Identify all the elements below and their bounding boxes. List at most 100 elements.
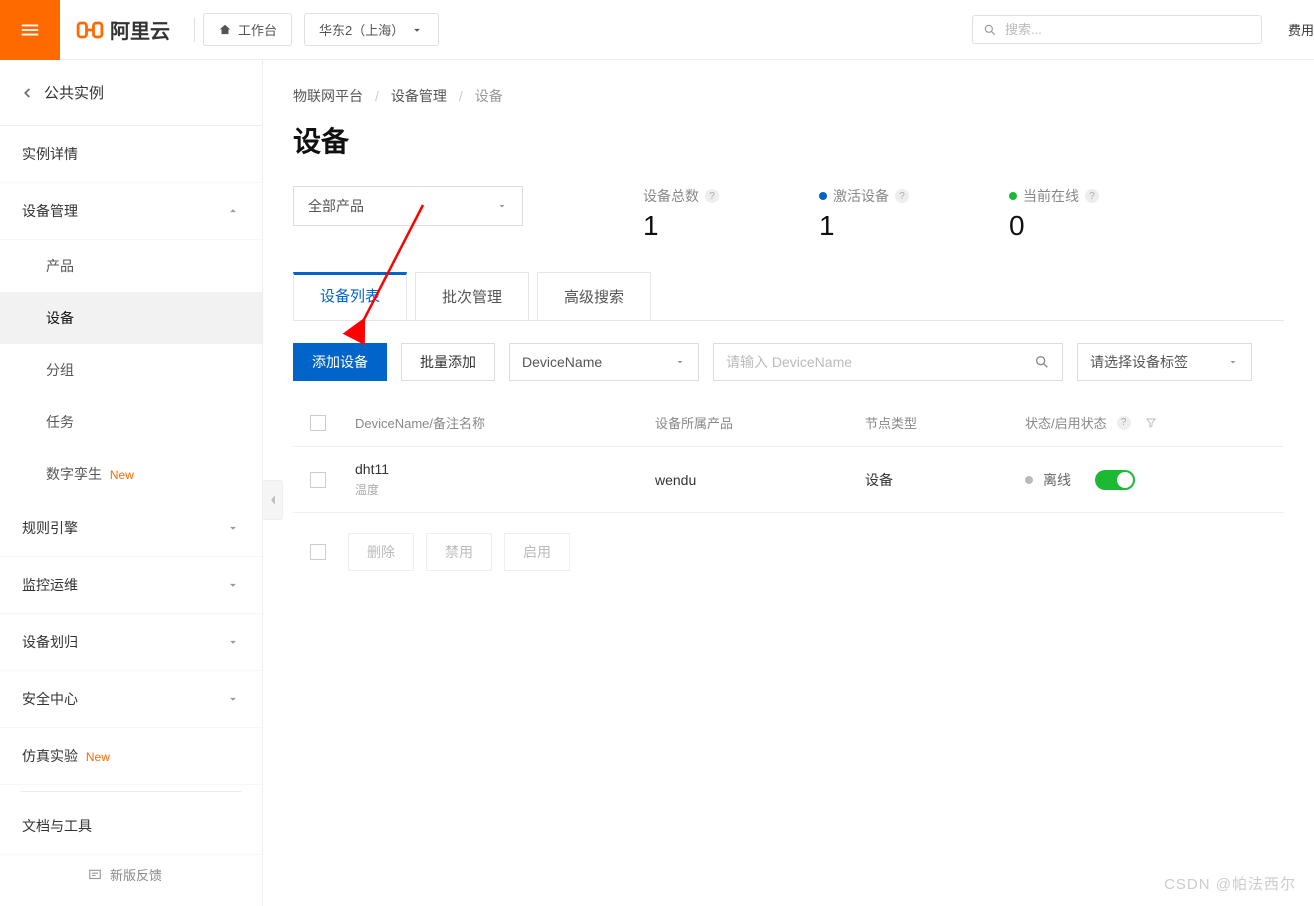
product-select-label: 全部产品 [308, 196, 364, 216]
stat-total-devices: 设备总数 ? 1 [643, 186, 719, 242]
chevron-down-icon [410, 23, 424, 37]
layout: 公共实例 实例详情 设备管理 产品 设备 分组 任务 数字孪生 New 规则引擎… [0, 60, 1314, 906]
sidebar-item-assignment[interactable]: 设备划归 [0, 614, 262, 671]
arrow-left-icon [20, 86, 34, 100]
feedback-label: 新版反馈 [110, 865, 162, 884]
action-row: 添加设备 批量添加 DeviceName 请选择设备标签 [293, 343, 1284, 381]
tab-device-list[interactable]: 设备列表 [293, 272, 407, 320]
sidebar-item-label: 规则引擎 [22, 518, 78, 538]
sidebar-item-device-mgmt[interactable]: 设备管理 [0, 183, 262, 240]
stat-value: 0 [1009, 210, 1099, 242]
bulk-enable-button[interactable]: 启用 [504, 533, 570, 571]
new-badge: New [110, 468, 134, 482]
th-nodetype: 节点类型 [853, 413, 1013, 432]
sidebar-item-instance[interactable]: 实例详情 [0, 126, 262, 183]
feedback-link[interactable]: 新版反馈 [0, 855, 262, 894]
enable-toggle[interactable] [1095, 470, 1135, 490]
sidebar-sub-task[interactable]: 任务 [0, 396, 262, 448]
tag-select[interactable]: 请选择设备标签 [1077, 343, 1252, 381]
hamburger-icon [19, 19, 41, 41]
console-button[interactable]: 工作台 [203, 13, 292, 46]
table-row[interactable]: dht11 温度 wendu 设备 离线 [293, 447, 1284, 513]
sidebar-item-simulation[interactable]: 仿真实验 New [0, 728, 262, 785]
stats-row: 全部产品 设备总数 ? 1 激活设备 ? 1 [293, 186, 1284, 242]
device-name[interactable]: dht11 [355, 461, 631, 477]
stat-label: 激活设备 [833, 186, 889, 206]
chevron-down-icon [226, 635, 240, 649]
select-all-checkbox[interactable] [310, 415, 326, 431]
tabs: 设备列表 批次管理 高级搜索 [293, 272, 1284, 321]
stat-value: 1 [643, 210, 719, 242]
back-button[interactable]: 公共实例 [0, 60, 262, 126]
help-icon[interactable]: ? [1117, 416, 1131, 430]
sidebar: 公共实例 实例详情 设备管理 产品 设备 分组 任务 数字孪生 New 规则引擎… [0, 60, 263, 906]
product-select[interactable]: 全部产品 [293, 186, 523, 226]
batch-add-button[interactable]: 批量添加 [401, 343, 495, 381]
region-label: 华东2（上海） [319, 20, 404, 39]
divider [194, 18, 195, 42]
status-dot-icon [1025, 476, 1033, 484]
bulk-select-checkbox[interactable] [310, 544, 326, 560]
stat-label: 当前在线 [1023, 186, 1079, 206]
stat-value: 1 [819, 210, 909, 242]
device-search-input[interactable] [726, 354, 1034, 370]
feedback-icon [88, 868, 102, 882]
th-name: DeviceName/备注名称 [343, 413, 643, 432]
breadcrumb-item[interactable]: 物联网平台 [293, 86, 363, 106]
sidebar-sub-product[interactable]: 产品 [0, 240, 262, 292]
help-icon[interactable]: ? [1085, 189, 1099, 203]
billing-link[interactable]: 费用 [1288, 20, 1314, 39]
device-nodetype: 设备 [853, 470, 1013, 490]
tab-batch-mgmt[interactable]: 批次管理 [415, 272, 529, 320]
dot-icon [1009, 192, 1017, 200]
search-icon[interactable] [1034, 354, 1050, 370]
sidebar-sub-digital-twin[interactable]: 数字孪生 New [0, 448, 262, 500]
sidebar-item-label: 实例详情 [22, 144, 78, 164]
device-product: wendu [643, 472, 853, 488]
device-search[interactable] [713, 343, 1063, 381]
sidebar-sub-device[interactable]: 设备 [0, 292, 262, 344]
menu-toggle-button[interactable] [0, 0, 60, 60]
sidebar-item-security[interactable]: 安全中心 [0, 671, 262, 728]
sidebar-item-label: 监控运维 [22, 575, 78, 595]
search-field-select[interactable]: DeviceName [509, 343, 699, 381]
back-label: 公共实例 [44, 82, 104, 103]
main-content: 物联网平台 / 设备管理 / 设备 设备 全部产品 设备总数 ? 1 [263, 60, 1314, 906]
brand-logo[interactable]: 阿里云 [60, 15, 186, 44]
sidebar-sub-group[interactable]: 分组 [0, 344, 262, 396]
global-search[interactable] [972, 15, 1262, 44]
bulk-disable-button[interactable]: 禁用 [426, 533, 492, 571]
chevron-down-icon [226, 521, 240, 535]
dot-icon [819, 192, 827, 200]
sidebar-item-label: 仿真实验 [22, 748, 78, 764]
sidebar-item-docs[interactable]: 文档与工具 [0, 798, 262, 855]
bulk-delete-button[interactable]: 删除 [348, 533, 414, 571]
sidebar-item-rules[interactable]: 规则引擎 [0, 500, 262, 557]
stat-activated-devices: 激活设备 ? 1 [819, 186, 909, 242]
chevron-down-icon [226, 692, 240, 706]
row-checkbox[interactable] [310, 472, 326, 488]
stat-label: 设备总数 [643, 186, 699, 206]
sidebar-item-monitoring[interactable]: 监控运维 [0, 557, 262, 614]
watermark: CSDN @帕法西尔 [1164, 873, 1296, 894]
stat-online-devices: 当前在线 ? 0 [1009, 186, 1099, 242]
sidebar-collapse-toggle[interactable] [263, 480, 283, 520]
filter-icon[interactable] [1145, 417, 1157, 429]
add-device-button[interactable]: 添加设备 [293, 343, 387, 381]
chevron-down-icon [674, 356, 686, 368]
sidebar-item-label: 安全中心 [22, 689, 78, 709]
chevron-left-icon [269, 494, 277, 506]
sidebar-item-label: 设备划归 [22, 632, 78, 652]
bulk-actions: 删除 禁用 启用 [293, 533, 1284, 571]
help-icon[interactable]: ? [895, 189, 909, 203]
region-select[interactable]: 华东2（上海） [304, 13, 439, 46]
global-search-input[interactable] [1005, 22, 1251, 37]
th-status: 状态/启用状态 ? [1013, 413, 1284, 432]
breadcrumb-item[interactable]: 设备管理 [391, 86, 447, 106]
divider [20, 791, 242, 792]
device-note: 温度 [355, 481, 631, 498]
tab-advanced-search[interactable]: 高级搜索 [537, 272, 651, 320]
breadcrumb-item-current: 设备 [475, 86, 503, 106]
help-icon[interactable]: ? [705, 189, 719, 203]
device-table: DeviceName/备注名称 设备所属产品 节点类型 状态/启用状态 ? dh… [293, 399, 1284, 513]
